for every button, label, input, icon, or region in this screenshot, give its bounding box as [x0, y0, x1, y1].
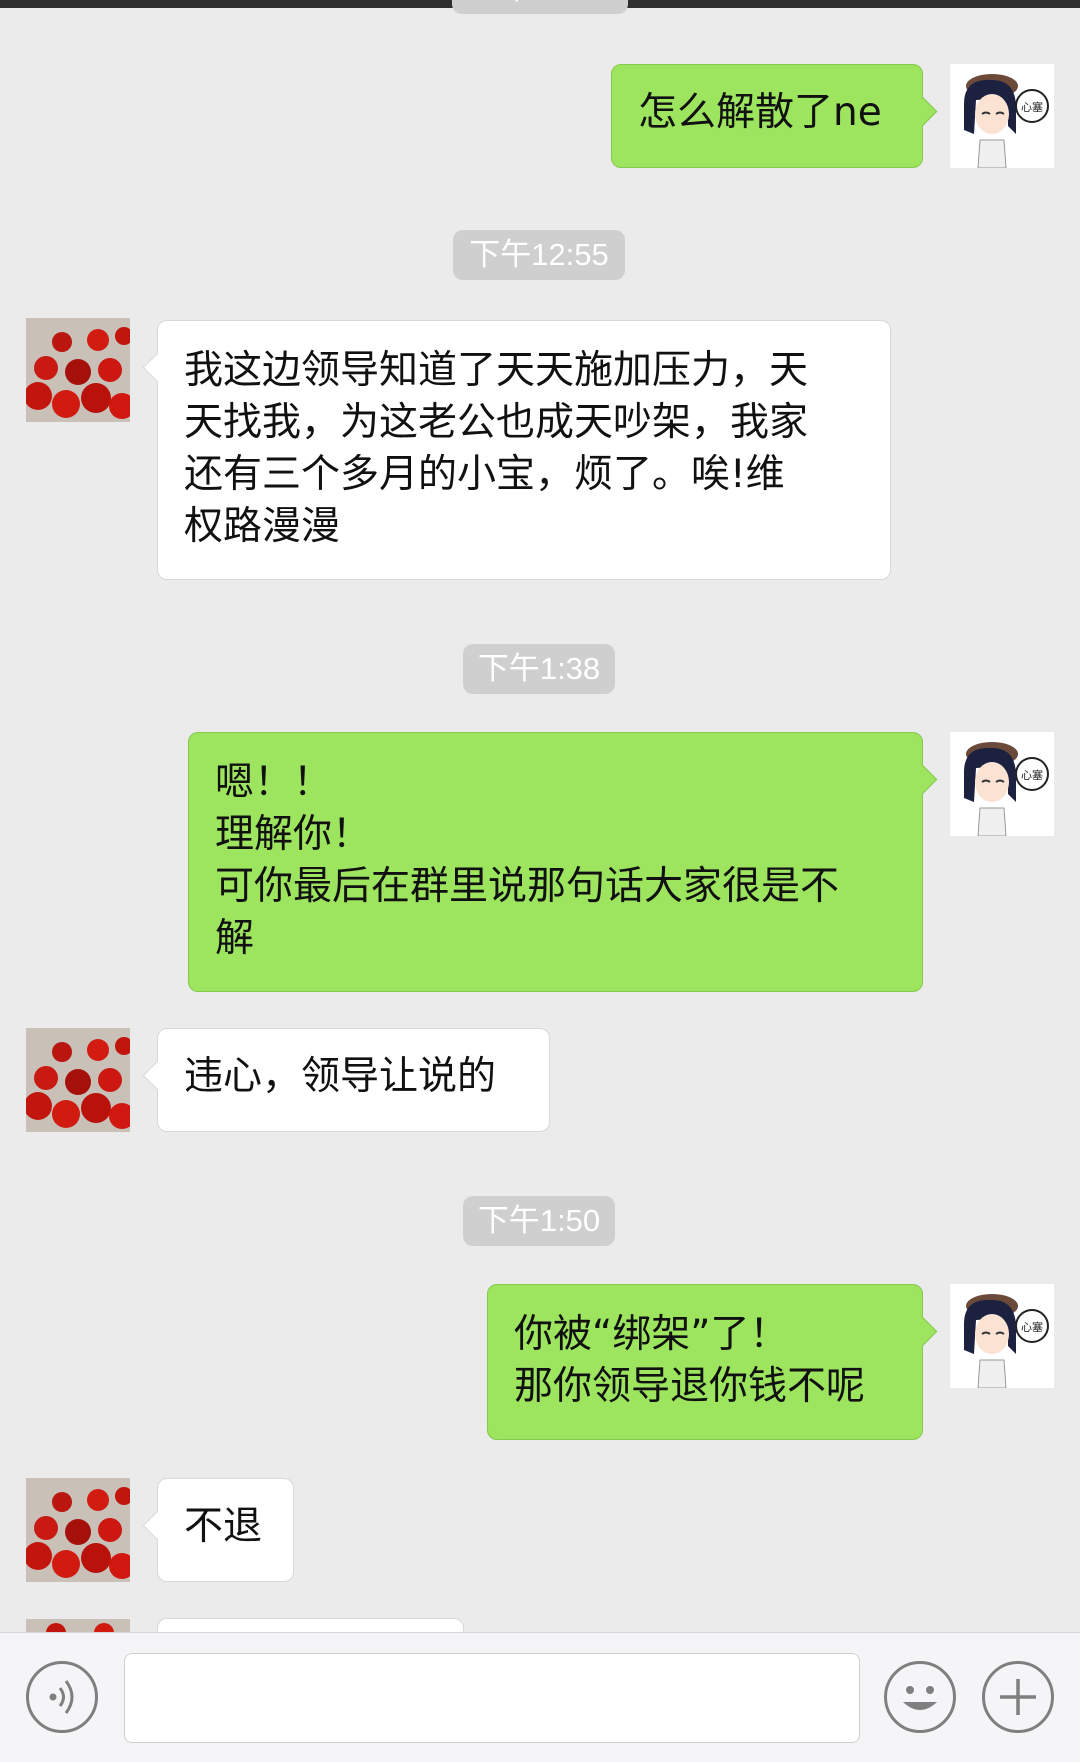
timestamp: 下午12:55 [453, 230, 625, 280]
avatar-cartoon-girl-icon: 心塞 [950, 64, 1054, 168]
timestamp-top: 上午10:20 [452, 0, 628, 14]
avatar-contact[interactable] [26, 1028, 130, 1132]
avatar-lanterns-icon [26, 1028, 130, 1132]
message-incoming[interactable]: 不退 [157, 1478, 294, 1582]
avatar-self[interactable]: 心塞 [950, 732, 1054, 836]
avatar-contact-partial [26, 1618, 130, 1632]
avatar-lanterns-icon [26, 1619, 130, 1632]
message-outgoing[interactable]: 怎么解散了ne [611, 64, 923, 168]
plus-icon [1000, 1679, 1036, 1715]
avatar-self[interactable]: 心塞 [950, 64, 1054, 168]
timestamp: 下午1:38 [463, 644, 615, 694]
message-incoming-partial [157, 1618, 464, 1632]
voice-icon [49, 1680, 74, 1714]
avatar-lanterns-icon [26, 318, 130, 422]
message-outgoing[interactable]: 嗯！！ 理解你！ 可你最后在群里说那句话大家很是不 解 [188, 732, 923, 992]
avatar-cartoon-girl-icon: 心塞 [950, 732, 1054, 836]
avatar-self[interactable]: 心塞 [950, 1284, 1054, 1388]
timestamp: 下午1:50 [463, 1196, 615, 1246]
avatar-lanterns-icon [26, 1478, 130, 1582]
avatar-cartoon-girl-icon: 心塞 [950, 1284, 1054, 1388]
voice-button[interactable] [26, 1661, 98, 1733]
message-incoming[interactable]: 违心，领导让说的 [157, 1028, 550, 1132]
message-incoming[interactable]: 我这边领导知道了天天施加压力，天 天找我，为这老公也成天吵架，我家 还有三个多月… [157, 320, 891, 580]
avatar-contact[interactable] [26, 1478, 130, 1582]
emoji-button[interactable] [884, 1661, 956, 1733]
avatar-badge: 心塞 [1021, 768, 1043, 782]
avatar-badge: 心塞 [1021, 1320, 1043, 1334]
avatar-badge: 心塞 [1021, 100, 1043, 114]
avatar-contact[interactable] [26, 318, 130, 422]
emoji-icon [903, 1686, 937, 1710]
message-outgoing[interactable]: 你被“绑架”了！ 那你领导退你钱不呢 [487, 1284, 923, 1440]
more-button[interactable] [982, 1661, 1054, 1733]
chat-input-bar [0, 1632, 1080, 1762]
message-input[interactable] [124, 1653, 860, 1743]
